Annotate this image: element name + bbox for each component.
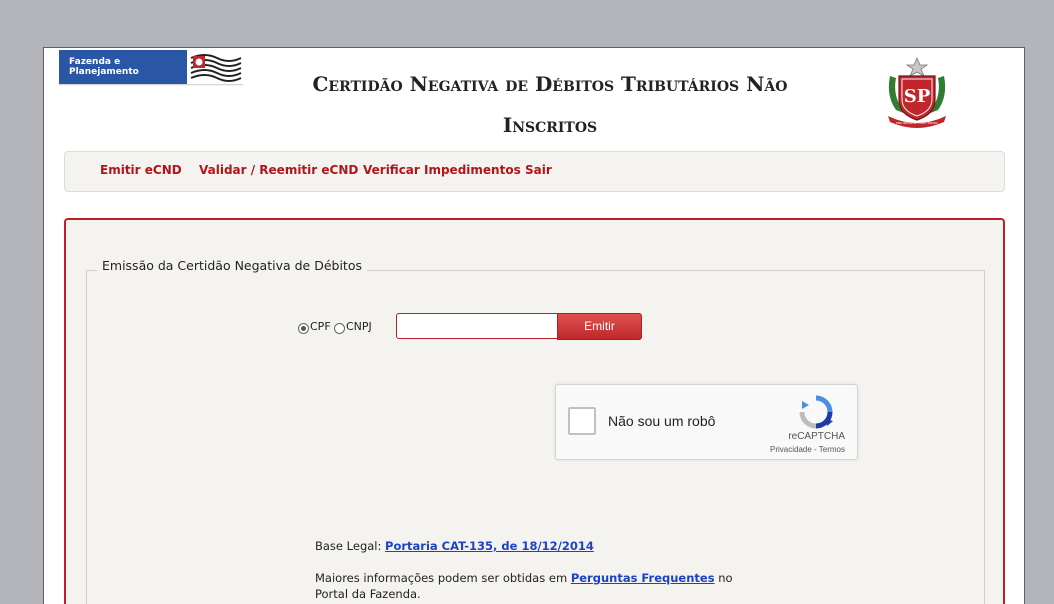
portaria-link[interactable]: Portaria CAT-135, de 18/12/2014 <box>385 539 594 553</box>
recaptcha-checkbox[interactable] <box>568 407 596 435</box>
more-info-text: Maiores informações podem ser obtidas em… <box>315 570 745 602</box>
recaptcha-widget: Não sou um robô reCAPTCHA Privacidade - … <box>555 384 858 460</box>
recaptcha-label: Não sou um robô <box>608 413 716 429</box>
base-legal-prefix: Base Legal: <box>315 539 386 553</box>
nav-sair[interactable]: Sair <box>525 163 552 177</box>
logo-shadow <box>59 84 243 86</box>
faq-link[interactable]: Perguntas Frequentes <box>571 571 715 585</box>
nav-verificar-impedimentos[interactable]: Verificar Impedimentos <box>363 163 521 177</box>
recaptcha-brand: reCAPTCHA <box>788 431 845 442</box>
nav-emitir-ecnd[interactable]: Emitir eCND <box>100 163 182 177</box>
page: Fazenda e Planejamento Certidão Negativa… <box>43 47 1025 604</box>
sp-flag-icon <box>187 50 243 86</box>
emission-panel: Emissão da Certidão Negativa de Débitos … <box>64 218 1005 604</box>
nav-validar-reemitir-ecnd[interactable]: Validar / Reemitir eCND <box>199 163 358 177</box>
radio-cpf-label[interactable]: CPF <box>310 320 331 333</box>
fieldset-legend: Emissão da Certidão Negativa de Débitos <box>97 258 367 273</box>
recaptcha-terms-line: Privacidade - Termos <box>770 445 845 454</box>
crest-motto: PRO BRASILIA FIANT EXIMIA <box>896 121 939 125</box>
emit-button[interactable]: Emitir <box>557 313 642 340</box>
fazenda-logo[interactable]: Fazenda e Planejamento <box>59 50 243 86</box>
radio-cnpj-label[interactable]: CNPJ <box>346 320 372 333</box>
radio-cnpj[interactable] <box>334 323 345 334</box>
recaptcha-privacy-link[interactable]: Privacidade <box>770 445 812 454</box>
base-legal-text: Base Legal: Portaria CAT-135, de 18/12/2… <box>315 538 755 554</box>
recaptcha-separator: - <box>811 445 819 454</box>
logo-text-line2: Planejamento <box>69 67 139 77</box>
logo-text-line1: Fazenda e <box>69 57 121 67</box>
recaptcha-terms-link[interactable]: Termos <box>819 445 845 454</box>
title-line2: Inscritos <box>502 113 598 137</box>
page-title: Certidão Negativa de Débitos Tributários… <box>274 64 826 146</box>
sp-coat-of-arms-icon: SP PRO BRASILIA FIANT EXIMIA <box>882 56 952 128</box>
main-nav: Emitir eCND Validar / Reemitir eCND Veri… <box>64 151 1005 192</box>
document-number-input[interactable] <box>396 313 558 339</box>
radio-cpf[interactable] <box>298 323 309 334</box>
more-info-prefix: Maiores informações podem ser obtidas em <box>315 571 571 585</box>
crest-letters: SP <box>904 86 931 107</box>
recaptcha-logo-icon <box>799 395 833 429</box>
logo-blue-block: Fazenda e Planejamento <box>59 50 187 84</box>
title-line1: Certidão Negativa de Débitos Tributários… <box>312 72 788 96</box>
